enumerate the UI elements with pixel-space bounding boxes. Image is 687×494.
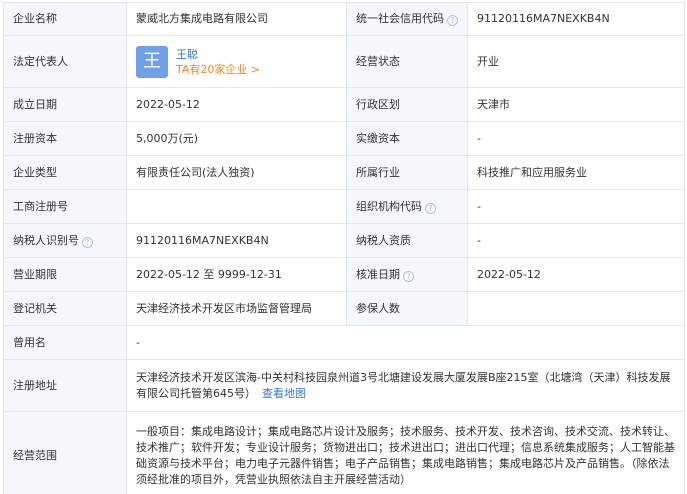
table-row: 注册地址 天津经济技术开发区滨海-中关村科技园泉州道3号北塘建设发展大厦发展B座…	[3, 359, 685, 412]
legal-rep-companies-link[interactable]: TA有20家企业 >	[176, 62, 260, 77]
table-row: 经营范围 一般项目：集成电路设计；集成电路芯片设计及服务；技术服务、技术开发、技…	[3, 411, 685, 494]
credit-code-label-cell: 统一社会信用代码?	[346, 2, 468, 36]
industry-value: 科技推广和应用服务业	[467, 155, 685, 190]
reg-authority-label: 登记机关	[3, 291, 127, 326]
biz-term-label: 营业期限	[3, 257, 127, 292]
taxpayer-id-label: 纳税人识别号	[13, 233, 79, 247]
org-code-label: 组织机构代码	[356, 199, 422, 213]
address-label: 注册地址	[3, 359, 127, 412]
established-label: 成立日期	[3, 87, 127, 122]
table-row: 企业名称 蒙威北方集成电路有限公司 统一社会信用代码? 91120116MA7N…	[3, 2, 685, 36]
company-info-table: 企业名称 蒙威北方集成电路有限公司 统一社会信用代码? 91120116MA7N…	[3, 2, 685, 494]
insured-value	[467, 291, 685, 326]
industry-label: 所属行业	[346, 155, 468, 190]
legal-rep-cell: 王 王聪 TA有20家企业 >	[126, 35, 347, 88]
taxpayer-qual-value: -	[467, 223, 685, 258]
biz-scope-value: 一般项目：集成电路设计；集成电路芯片设计及服务；技术服务、技术开发、技术咨询、技…	[126, 411, 685, 494]
table-row: 营业期限 2022-05-12 至 9999-12-31 核准日期? 2022-…	[3, 257, 685, 292]
table-row: 曾用名 -	[3, 325, 685, 360]
legal-rep-label: 法定代表人	[3, 35, 127, 88]
former-name-label: 曾用名	[3, 325, 127, 360]
address-value: 天津经济技术开发区滨海-中关村科技园泉州道3号北塘建设发展大厦发展B座215室（…	[136, 370, 671, 400]
paid-capital-label: 实缴资本	[346, 121, 468, 156]
company-name-label: 企业名称	[3, 2, 127, 36]
company-name-value: 蒙威北方集成电路有限公司	[126, 2, 347, 36]
legal-rep-name-link[interactable]: 王聪	[176, 47, 260, 62]
status-value: 开业	[467, 35, 685, 88]
established-value: 2022-05-12	[126, 87, 347, 122]
region-label: 行政区划	[346, 87, 468, 122]
approval-date-value: 2022-05-12	[467, 257, 685, 292]
biz-reg-no-label: 工商注册号	[3, 189, 127, 224]
address-cell: 天津经济技术开发区滨海-中关村科技园泉州道3号北塘建设发展大厦发展B座215室（…	[126, 359, 685, 412]
paid-capital-value: -	[467, 121, 685, 156]
help-circle-icon[interactable]: ?	[403, 270, 414, 282]
org-code-label-cell: 组织机构代码?	[346, 189, 468, 224]
avatar[interactable]: 王	[136, 45, 168, 78]
reg-capital-label: 注册资本	[3, 121, 127, 156]
org-code-value: -	[467, 189, 685, 224]
legal-rep: 王 王聪 TA有20家企业 >	[136, 45, 337, 78]
status-label: 经营状态	[346, 35, 468, 88]
table-row: 法定代表人 王 王聪 TA有20家企业 > 经营状态 开业	[3, 35, 685, 88]
insured-label: 参保人数	[346, 291, 468, 326]
reg-capital-value: 5,000万(元)	[126, 121, 347, 156]
help-circle-icon[interactable]: ?	[82, 236, 93, 248]
former-name-value: -	[126, 325, 685, 360]
region-value: 天津市	[467, 87, 685, 122]
reg-authority-value: 天津经济技术开发区市场监督管理局	[126, 291, 347, 326]
table-row: 注册资本 5,000万(元) 实缴资本 -	[3, 121, 685, 156]
biz-reg-no-value	[126, 189, 347, 224]
company-type-label: 企业类型	[3, 155, 127, 190]
taxpayer-id-label-cell: 纳税人识别号?	[3, 223, 127, 258]
approval-date-label: 核准日期	[356, 267, 400, 281]
approval-date-label-cell: 核准日期?	[346, 257, 468, 292]
help-circle-icon[interactable]: ?	[425, 202, 436, 214]
help-circle-icon[interactable]: ?	[447, 15, 458, 26]
biz-scope-label: 经营范围	[3, 411, 127, 494]
company-type-value: 有限责任公司(法人独资)	[126, 155, 347, 190]
table-row: 纳税人识别号? 91120116MA7NEXKB4N 纳税人资质 -	[3, 223, 685, 258]
biz-term-value: 2022-05-12 至 9999-12-31	[126, 257, 347, 292]
credit-code-value: 91120116MA7NEXKB4N	[467, 2, 685, 36]
table-row: 成立日期 2022-05-12 行政区划 天津市	[3, 87, 685, 122]
taxpayer-id-value: 91120116MA7NEXKB4N	[126, 223, 347, 258]
table-row: 登记机关 天津经济技术开发区市场监督管理局 参保人数	[3, 291, 685, 326]
table-row: 工商注册号 组织机构代码? -	[3, 189, 685, 224]
view-map-link[interactable]: 查看地图	[262, 387, 306, 400]
credit-code-label: 统一社会信用代码	[356, 12, 444, 25]
taxpayer-qual-label: 纳税人资质	[346, 223, 468, 258]
table-row: 企业类型 有限责任公司(法人独资) 所属行业 科技推广和应用服务业	[3, 155, 685, 190]
